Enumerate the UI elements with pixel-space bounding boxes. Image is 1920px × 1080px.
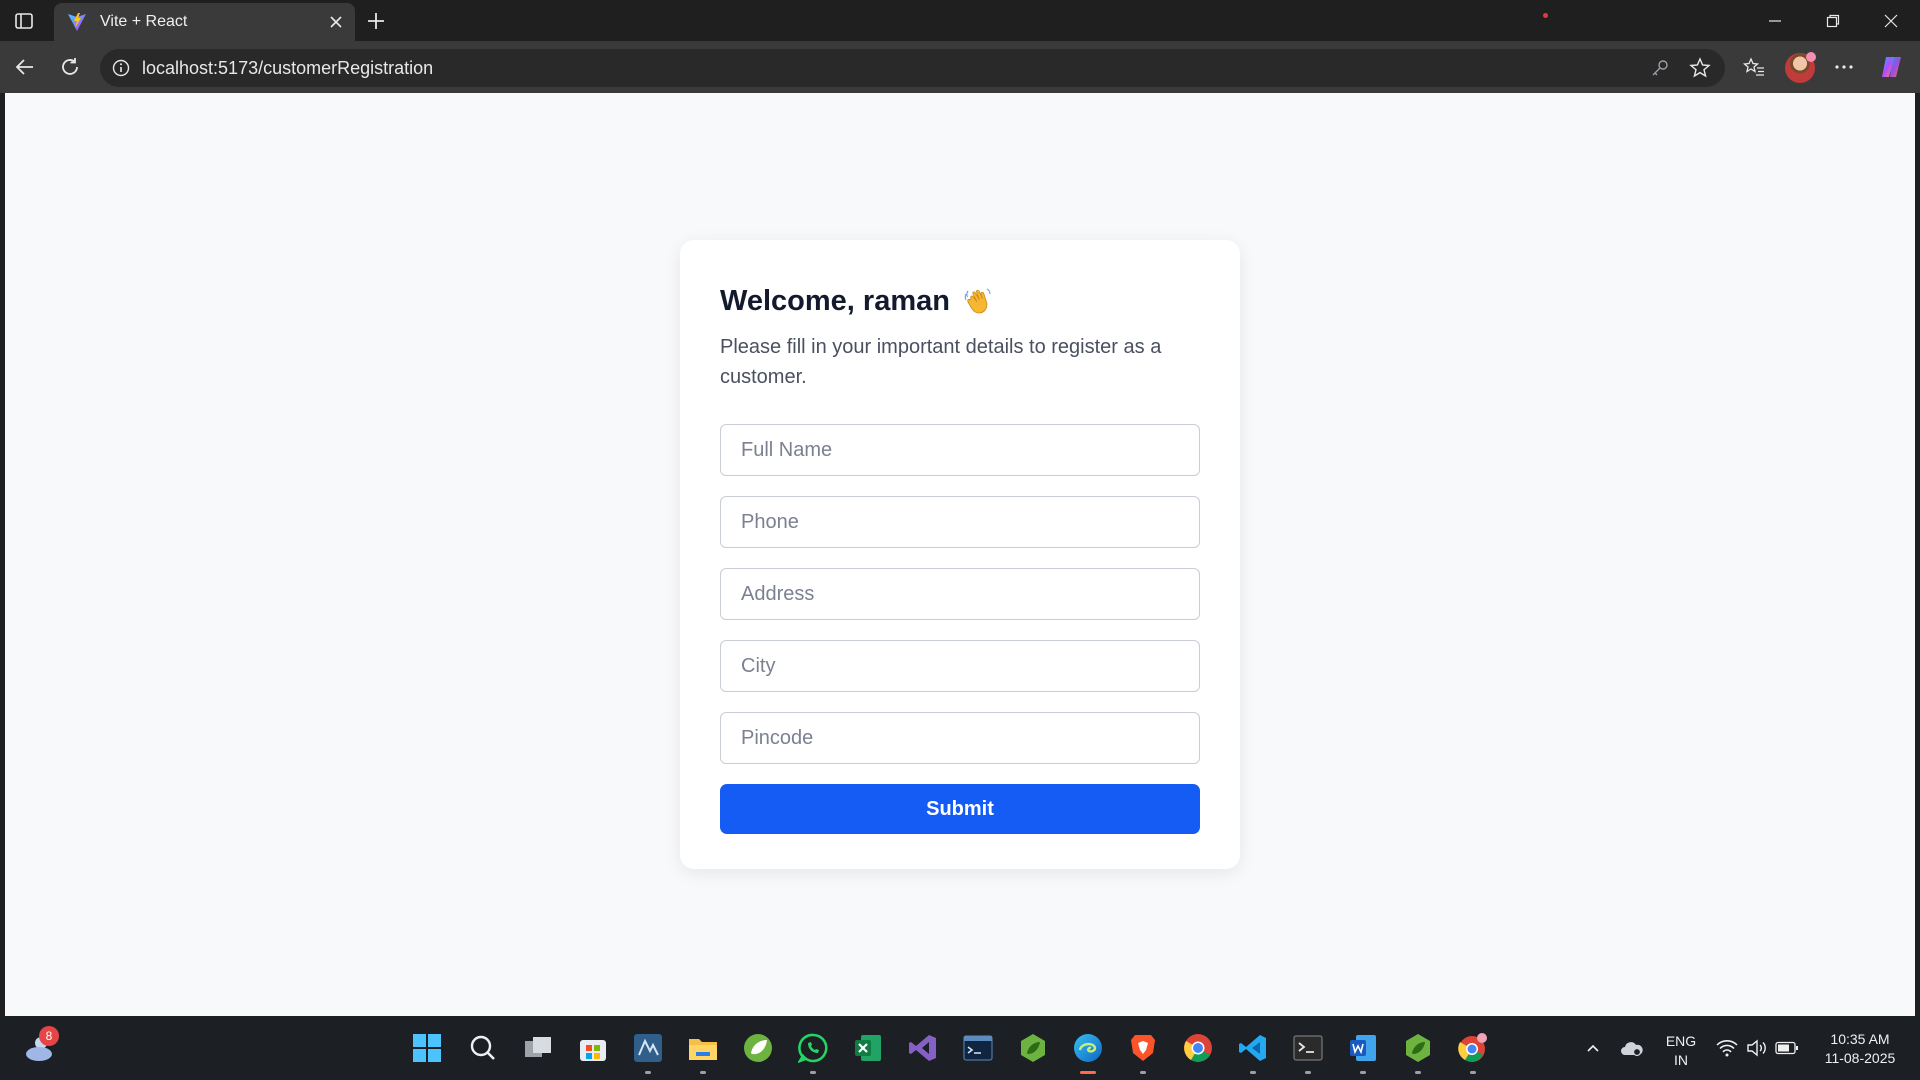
running-indicator bbox=[1140, 1071, 1146, 1074]
clock-date: 11-08-2025 bbox=[1824, 1050, 1896, 1066]
new-tab-icon[interactable] bbox=[362, 7, 390, 35]
page-viewport: Welcome, raman Please fill in your impor… bbox=[5, 93, 1915, 1016]
full-name-input[interactable] bbox=[720, 424, 1200, 476]
active-indicator bbox=[1080, 1071, 1096, 1074]
submit-button[interactable]: Submit bbox=[720, 784, 1200, 834]
favorites-list-icon[interactable] bbox=[1737, 50, 1771, 84]
spring-boot-icon[interactable] bbox=[1013, 1028, 1053, 1068]
clock[interactable]: 10:35 AM 11-08-2025 bbox=[1810, 1030, 1910, 1068]
running-indicator bbox=[810, 1071, 816, 1074]
browser-toolbar: localhost:5173/customerRegistration bbox=[0, 41, 1920, 93]
region-code: IN bbox=[1674, 1052, 1688, 1068]
microsoft-store-icon[interactable] bbox=[573, 1028, 613, 1068]
excel-icon[interactable] bbox=[848, 1028, 888, 1068]
mysql-workbench-icon[interactable] bbox=[628, 1028, 668, 1074]
page-title: Welcome, raman bbox=[720, 280, 1200, 322]
word-icon[interactable] bbox=[1343, 1028, 1383, 1074]
clock-time: 10:35 AM bbox=[1830, 1031, 1890, 1047]
address-input[interactable] bbox=[720, 568, 1200, 620]
site-info-icon[interactable] bbox=[110, 57, 132, 79]
registration-card: Welcome, raman Please fill in your impor… bbox=[680, 240, 1240, 869]
file-explorer-icon[interactable] bbox=[683, 1028, 723, 1074]
browser-titlebar: Vite + React bbox=[0, 0, 1920, 41]
restore-icon[interactable] bbox=[1810, 6, 1856, 36]
chrome-icon[interactable] bbox=[1178, 1028, 1218, 1068]
reload-icon[interactable] bbox=[53, 50, 87, 84]
profile-badge bbox=[1806, 52, 1816, 62]
close-tab-icon[interactable] bbox=[323, 9, 349, 35]
spring-leaf-icon[interactable] bbox=[1398, 1028, 1438, 1074]
battery-icon[interactable] bbox=[1767, 1028, 1807, 1068]
welcome-heading: Welcome, raman bbox=[720, 284, 950, 317]
running-indicator bbox=[1470, 1071, 1476, 1074]
page-subtitle: Please fill in your important details to… bbox=[720, 336, 1162, 388]
city-input[interactable] bbox=[720, 640, 1200, 692]
running-indicator bbox=[1360, 1071, 1366, 1074]
start-icon[interactable] bbox=[407, 1028, 447, 1068]
spring-tool-icon[interactable] bbox=[738, 1028, 778, 1068]
onedrive-icon[interactable] bbox=[1612, 1028, 1652, 1068]
windows-taskbar: ENG IN 10:35 AM 11-08-2025 bbox=[0, 1016, 1920, 1080]
whatsapp-icon[interactable] bbox=[793, 1028, 833, 1074]
notification-badge: 8 bbox=[39, 1026, 59, 1046]
close-window-icon[interactable] bbox=[1868, 6, 1914, 36]
terminal-icon[interactable] bbox=[1288, 1028, 1328, 1074]
url-text[interactable]: localhost:5173/customerRegistration bbox=[142, 58, 1645, 79]
visual-studio-icon[interactable] bbox=[903, 1028, 943, 1068]
waving-hand-icon bbox=[964, 288, 991, 314]
running-indicator bbox=[1250, 1071, 1256, 1074]
edge-icon[interactable] bbox=[1068, 1028, 1108, 1074]
phone-input[interactable] bbox=[720, 496, 1200, 548]
vscode-icon[interactable] bbox=[1233, 1028, 1273, 1074]
more-options-icon[interactable] bbox=[1827, 50, 1861, 84]
sidebar-toggle-icon[interactable] bbox=[12, 9, 36, 33]
task-view-icon[interactable] bbox=[518, 1028, 558, 1068]
key-icon[interactable] bbox=[1645, 53, 1675, 83]
search-icon[interactable] bbox=[463, 1028, 503, 1068]
mysql-shell-icon[interactable] bbox=[958, 1028, 998, 1068]
running-indicator bbox=[1415, 1071, 1421, 1074]
address-bar[interactable]: localhost:5173/customerRegistration bbox=[100, 49, 1725, 87]
back-icon[interactable] bbox=[8, 50, 42, 84]
running-indicator bbox=[700, 1071, 706, 1074]
running-indicator bbox=[645, 1071, 651, 1074]
copilot-icon[interactable] bbox=[1875, 50, 1909, 84]
chrome-profile-icon[interactable] bbox=[1453, 1028, 1493, 1074]
browser-tab[interactable]: Vite + React bbox=[54, 3, 355, 41]
language-code: ENG bbox=[1665, 1033, 1697, 1049]
recording-indicator bbox=[1543, 13, 1548, 18]
pincode-input[interactable] bbox=[720, 712, 1200, 764]
brave-icon[interactable] bbox=[1123, 1028, 1163, 1074]
favorite-star-icon[interactable] bbox=[1685, 53, 1715, 83]
tab-title: Vite + React bbox=[100, 13, 188, 30]
language-indicator[interactable]: ENG IN bbox=[1660, 1032, 1702, 1070]
show-hidden-icons-chevron-up-icon[interactable] bbox=[1573, 1028, 1613, 1068]
vite-logo-icon bbox=[68, 13, 86, 31]
minimize-icon[interactable] bbox=[1752, 6, 1798, 36]
running-indicator bbox=[1305, 1071, 1311, 1074]
